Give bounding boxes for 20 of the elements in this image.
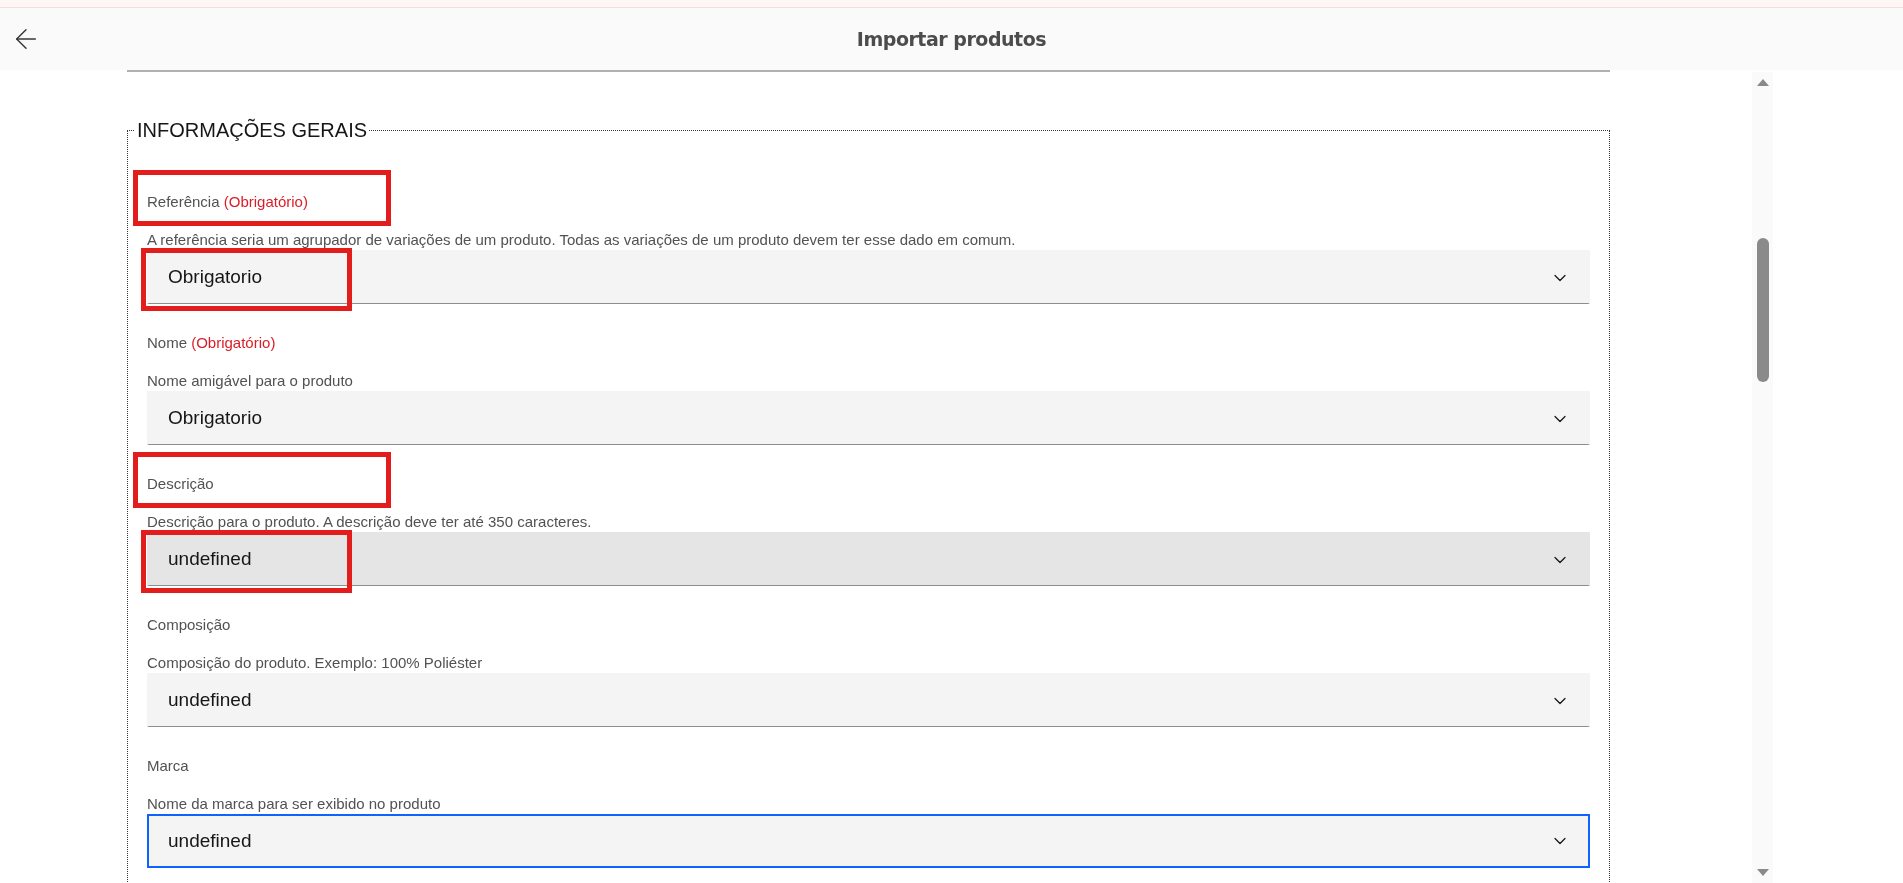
field-help-text: Composição do produto. Exemplo: 100% Poliéster [147,653,484,673]
field-label: Composição [147,615,231,635]
field-help-text: A referência seria um agrupador de variações de um produto. Todas as variações de um produto devem ter esse dado em comum. [147,230,1017,250]
scroll-up-icon[interactable] [1755,78,1770,87]
field-help-text: Nome da marca para ser exibido no produto [147,794,442,814]
field-label: Referência (Obrigatório) [147,192,308,212]
field-help-text: Nome amigável para o produto [147,371,354,391]
field-label: Marca [147,756,189,776]
section-title: INFORMAÇÕES GERAIS [136,118,369,142]
select-field[interactable]: Obrigatorio [147,391,1590,445]
scroll-down-icon[interactable] [1755,868,1770,877]
field-help-text: Descrição para o produto. A descrição deve ter até 350 caracteres. [147,512,593,532]
select-field[interactable]: Obrigatorio [147,250,1590,304]
select-field[interactable]: undefined [147,532,1590,586]
scrollbar-thumb[interactable] [1756,238,1769,382]
page-title: Importar produtos [856,26,1047,52]
select-field[interactable]: undefined [147,814,1590,868]
select-field[interactable]: undefined [147,673,1590,727]
field-label: Nome (Obrigatório) [147,333,276,353]
field-label: Descrição [147,474,214,494]
